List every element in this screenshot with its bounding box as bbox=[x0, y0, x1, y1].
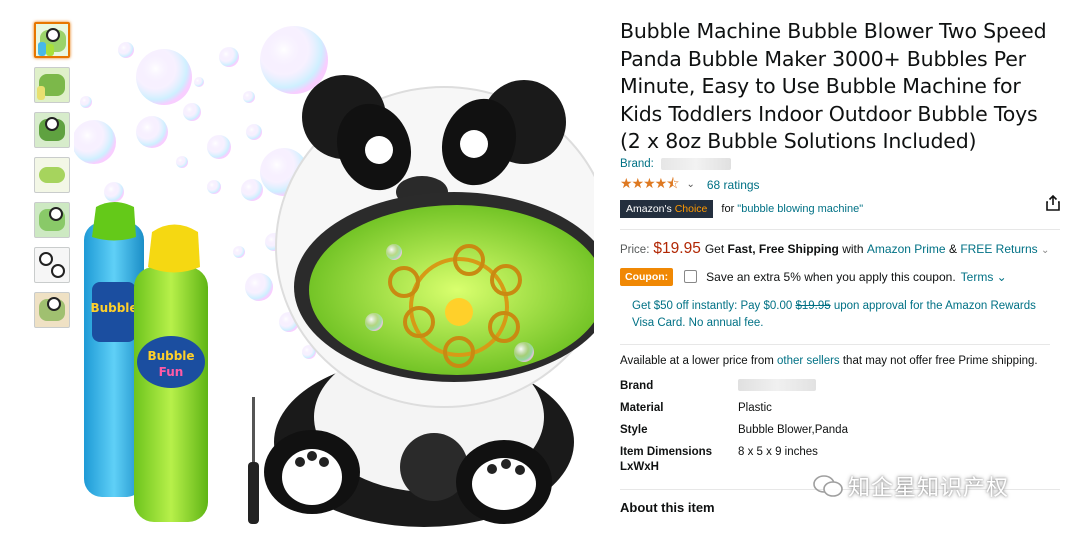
screwdriver bbox=[248, 397, 259, 524]
main-product-image[interactable]: Bubble Bubble Fun bbox=[72, 22, 614, 532]
thumbnail-3[interactable] bbox=[34, 112, 70, 148]
blue-bottle-label: Bubble bbox=[90, 301, 137, 315]
choice-for-text: for "bubble blowing machine" bbox=[721, 203, 863, 215]
spec-row-style: Style Bubble Blower,Panda bbox=[620, 423, 1060, 445]
rating-row: ★★★★⯪ ⌄ 68 ratings bbox=[620, 173, 1060, 197]
choice-badge-prefix: Amazon's bbox=[626, 202, 675, 215]
amazon-prime-link[interactable]: Amazon Prime bbox=[867, 242, 946, 256]
rating-chevron-down-icon[interactable]: ⌄ bbox=[686, 179, 694, 190]
avail-text-b: that may not offer free Prime shipping. bbox=[839, 354, 1038, 367]
brand-row: Brand: bbox=[620, 157, 1060, 174]
product-specs-table: Brand Material Plastic Style Bubble Blow… bbox=[620, 378, 1060, 479]
coupon-terms-link[interactable]: Terms ⌄ bbox=[961, 270, 1007, 284]
wechat-icon bbox=[813, 475, 843, 497]
choice-for-label: for bbox=[721, 202, 735, 215]
thumbnail-5[interactable] bbox=[34, 202, 70, 238]
price-label: Price: bbox=[620, 243, 650, 256]
coupon-text: Save an extra 5% when you apply this cou… bbox=[706, 269, 956, 284]
availability-note: Available at a lower price from other se… bbox=[620, 343, 1050, 370]
watermark: 知企星知识产权 bbox=[812, 470, 1009, 502]
brand-link-blurred[interactable] bbox=[661, 157, 732, 170]
panda-bubble-machine bbox=[264, 75, 614, 527]
fast-free-shipping: Fast, Free Shipping bbox=[727, 241, 839, 256]
thumbnail-4[interactable] bbox=[34, 157, 70, 193]
price-value: $19.95 bbox=[653, 239, 701, 257]
avail-text-a: Available at a lower price from bbox=[620, 354, 778, 367]
price-get-text: Get bbox=[704, 241, 725, 256]
promo-text-a: Get $50 off instantly: Pay $0.00 bbox=[632, 299, 796, 312]
price-with-text: with bbox=[842, 241, 864, 256]
spec-value: Bubble Blower,Panda bbox=[738, 423, 848, 436]
choice-keyword-link[interactable]: "bubble blowing machine" bbox=[737, 203, 863, 215]
green-bottle-label-bottom: Fun bbox=[159, 365, 184, 379]
thumbnail-2[interactable] bbox=[34, 67, 70, 103]
spec-row-brand: Brand bbox=[620, 378, 1060, 401]
green-bubble-bottle: Bubble Fun bbox=[134, 224, 208, 522]
product-detail-panel: Bubble Machine Bubble Blower Two Speed P… bbox=[620, 18, 1060, 515]
price-row: Price: $19.95 Get Fast, Free Shipping wi… bbox=[620, 240, 1060, 258]
spec-key: Style bbox=[620, 423, 648, 436]
spec-value: Plastic bbox=[738, 401, 772, 414]
ratings-count-link[interactable]: 68 ratings bbox=[707, 178, 760, 192]
free-returns-link[interactable]: FREE Returns bbox=[960, 242, 1037, 256]
spec-value: 8 x 5 x 9 inches bbox=[738, 445, 818, 458]
spec-value-brand-blurred bbox=[738, 378, 816, 401]
watermark-text: 知企星知识产权 bbox=[848, 476, 1010, 501]
spec-key: Item Dimensions LxWxH bbox=[620, 445, 713, 473]
divider bbox=[620, 228, 1060, 230]
share-icon[interactable] bbox=[1044, 194, 1062, 212]
amazons-choice-row: Amazon's Choice for "bubble blowing mach… bbox=[620, 199, 1060, 219]
thumbnail-7[interactable] bbox=[34, 292, 70, 328]
coupon-checkbox[interactable] bbox=[684, 270, 698, 283]
spec-row-material: Material Plastic bbox=[620, 401, 1060, 423]
panda-bubble-machine-illustration: Bubble Bubble Fun bbox=[72, 26, 614, 527]
choice-badge-suffix: Choice bbox=[674, 202, 708, 215]
thumbnail-6[interactable] bbox=[34, 247, 70, 283]
thumbnail-1[interactable] bbox=[34, 22, 70, 58]
promo-strike-price: $19.95 bbox=[795, 299, 831, 312]
product-title: Bubble Machine Bubble Blower Two Speed P… bbox=[620, 19, 1047, 153]
amazons-choice-badge: Amazon's Choice bbox=[620, 199, 714, 218]
coupon-badge: Coupon: bbox=[620, 267, 674, 286]
other-sellers-link[interactable]: other sellers bbox=[777, 355, 840, 367]
spec-key: Brand bbox=[620, 379, 654, 392]
coupon-row: Coupon: Save an extra 5% when you apply … bbox=[620, 267, 1060, 286]
spec-key: Material bbox=[620, 401, 664, 414]
green-bottle-label-top: Bubble bbox=[147, 349, 194, 363]
star-rating-icon[interactable]: ★★★★⯪ bbox=[620, 173, 679, 197]
rewards-card-promo[interactable]: Get $50 off instantly: Pay $0.00 $19.95 … bbox=[632, 298, 1052, 332]
price-amp: & bbox=[948, 241, 957, 256]
brand-label: Brand: bbox=[620, 157, 654, 170]
thumbnail-strip bbox=[34, 22, 72, 337]
returns-chevron-down-icon[interactable]: ⌄ bbox=[1041, 245, 1049, 256]
